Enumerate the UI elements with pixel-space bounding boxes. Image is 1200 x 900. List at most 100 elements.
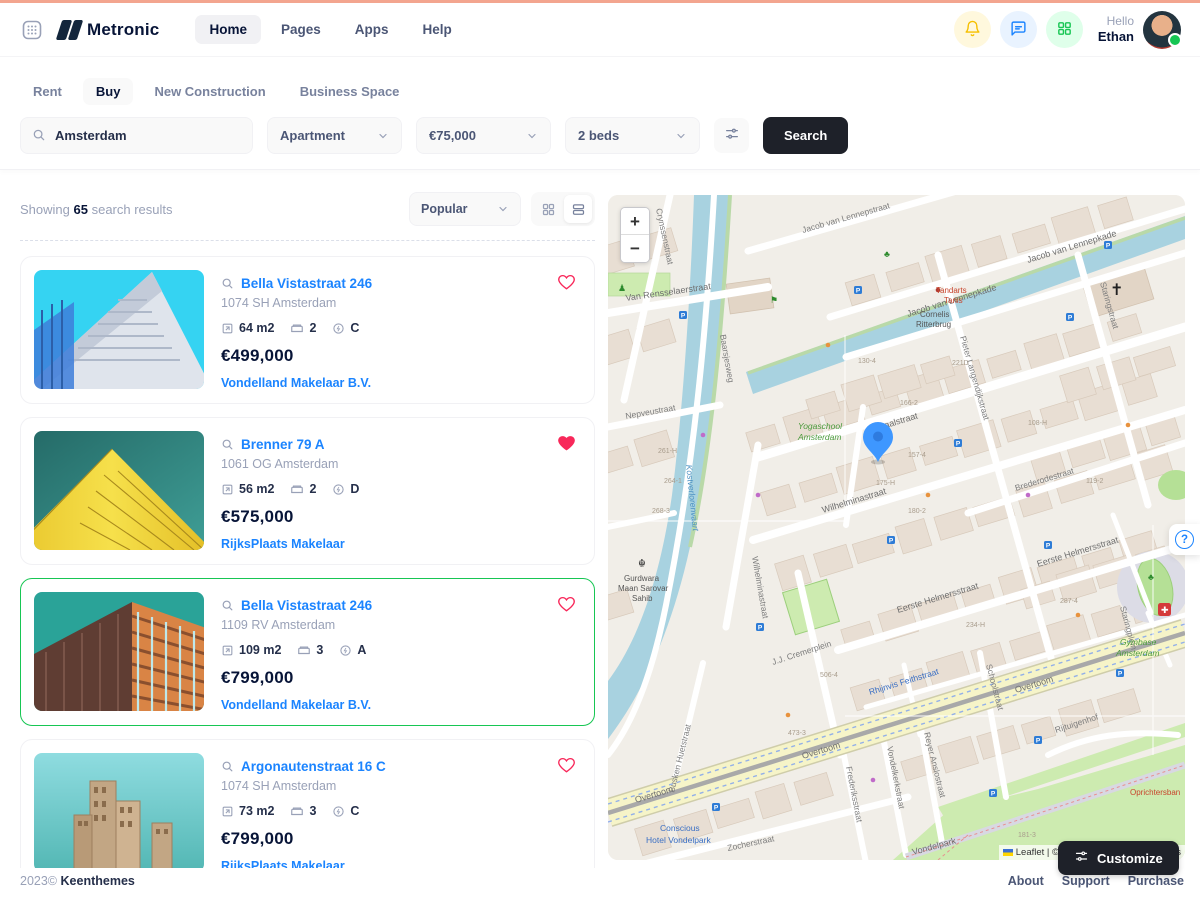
svg-text:✚: ✚ xyxy=(1161,605,1169,615)
listing-card-selected[interactable]: Bella Vistastraat 246 1109 RV Amsterdam … xyxy=(20,578,595,726)
map-zoom-control: + − xyxy=(620,207,650,263)
chat-button[interactable] xyxy=(1000,11,1037,48)
energy-spec: C xyxy=(332,804,359,818)
energy-spec: D xyxy=(332,482,359,496)
svg-text:157-4: 157-4 xyxy=(908,452,926,459)
svg-text:166-2: 166-2 xyxy=(900,400,918,407)
listing-price: €799,000 xyxy=(221,829,386,849)
nav-item-help[interactable]: Help xyxy=(409,15,466,44)
list-view-button[interactable] xyxy=(564,195,592,223)
tab-new-construction[interactable]: New Construction xyxy=(141,78,278,105)
area-icon xyxy=(221,644,234,657)
footer-link-about[interactable]: About xyxy=(1008,874,1044,888)
listing-price: €575,000 xyxy=(221,507,359,527)
svg-text:☬: ☬ xyxy=(638,558,646,570)
listing-photo xyxy=(34,753,204,872)
listing-address: 1074 SH Amsterdam xyxy=(221,779,386,793)
listing-title-link[interactable]: Argonautenstraat 16 C xyxy=(241,759,386,774)
tab-buy[interactable]: Buy xyxy=(83,78,134,105)
tab-business-space[interactable]: Business Space xyxy=(287,78,413,105)
heart-icon xyxy=(557,595,576,613)
svg-text:Oprichtersban: Oprichtersban xyxy=(1130,788,1180,797)
energy-spec: A xyxy=(339,643,366,657)
nav-item-home[interactable]: Home xyxy=(195,15,261,44)
svg-text:234-H: 234-H xyxy=(966,622,985,629)
favorite-button[interactable] xyxy=(557,273,576,291)
svg-text:181-3: 181-3 xyxy=(1018,832,1036,839)
notifications-button[interactable] xyxy=(954,11,991,48)
search-button[interactable]: Search xyxy=(763,117,848,154)
metronic-logo[interactable]: Metronic xyxy=(59,20,159,40)
search-icon xyxy=(221,760,234,773)
favorite-button[interactable] xyxy=(557,595,576,613)
listing-title-link[interactable]: Brenner 79 A xyxy=(241,437,325,452)
filter-bar: Rent Buy New Construction Business Space… xyxy=(0,58,1200,170)
area-icon xyxy=(221,483,234,496)
listing-photo xyxy=(34,592,204,711)
customize-button[interactable]: Customize xyxy=(1058,841,1179,875)
listing-title-link[interactable]: Bella Vistastraat 246 xyxy=(241,598,372,613)
copyright: 2023© Keenthemes xyxy=(20,874,135,888)
help-button[interactable]: ? xyxy=(1169,524,1200,555)
heart-icon xyxy=(557,273,576,291)
chat-icon xyxy=(1010,20,1027,40)
price-select[interactable]: €75,000 xyxy=(416,117,551,154)
bed-icon xyxy=(297,643,311,657)
svg-text:Yogaschool: Yogaschool xyxy=(798,421,843,431)
favorite-button[interactable] xyxy=(557,756,576,774)
svg-text:Maan Sarovar: Maan Sarovar xyxy=(618,584,669,593)
svg-text:Sahib: Sahib xyxy=(632,594,653,603)
listing-photo xyxy=(34,431,204,550)
listing-card[interactable]: Bella Vistastraat 246 1074 SH Amsterdam … xyxy=(20,256,595,404)
energy-spec: C xyxy=(332,321,359,335)
apps-button[interactable] xyxy=(1046,11,1083,48)
footer: 2023© Keenthemes About Support Purchase xyxy=(0,868,1200,900)
area-icon xyxy=(221,805,234,818)
main-nav: Home Pages Apps Help xyxy=(195,15,465,44)
listing-card[interactable]: Argonautenstraat 16 C 1074 SH Amsterdam … xyxy=(20,739,595,887)
sort-select[interactable]: Popular xyxy=(409,192,521,226)
energy-label-icon xyxy=(332,322,345,335)
zoom-out-button[interactable]: − xyxy=(621,235,649,262)
property-type-select[interactable]: Apartment xyxy=(267,117,402,154)
svg-text:473-3: 473-3 xyxy=(788,730,806,737)
tab-rent[interactable]: Rent xyxy=(20,78,75,105)
svg-text:Conscious: Conscious xyxy=(660,823,700,833)
footer-link-support[interactable]: Support xyxy=(1062,874,1110,888)
divider xyxy=(20,240,595,241)
sliders-icon xyxy=(724,126,740,145)
grid-view-button[interactable] xyxy=(534,195,562,223)
search-icon xyxy=(221,599,234,612)
question-icon: ? xyxy=(1175,530,1194,549)
map-canvas[interactable]: P ✝ ☬ ✚ ⚑ ♟ xyxy=(608,195,1185,860)
svg-text:175-H: 175-H xyxy=(876,480,895,487)
top-accent-line xyxy=(0,0,1200,3)
nav-item-pages[interactable]: Pages xyxy=(267,15,335,44)
avatar[interactable] xyxy=(1143,11,1181,49)
app-launcher-icon[interactable] xyxy=(19,17,45,43)
nav-item-apps[interactable]: Apps xyxy=(341,15,403,44)
svg-text:Hotel Vondelpark: Hotel Vondelpark xyxy=(646,835,711,845)
zoom-in-button[interactable]: + xyxy=(621,208,649,235)
listing-agency-link[interactable]: RijksPlaats Makelaar xyxy=(221,537,359,551)
chevron-down-icon xyxy=(675,130,687,142)
listing-agency-link[interactable]: Vondelland Makelaar B.V. xyxy=(221,376,372,390)
greeting-hello: Hello xyxy=(1098,14,1134,29)
favorite-button-active[interactable] xyxy=(557,434,576,452)
search-input[interactable] xyxy=(20,117,253,154)
energy-label-icon xyxy=(332,805,345,818)
beds-select[interactable]: 2 beds xyxy=(565,117,700,154)
map[interactable]: P ✝ ☬ ✚ ⚑ ♟ xyxy=(608,195,1185,860)
location-search xyxy=(20,117,253,154)
bed-icon xyxy=(290,321,304,335)
footer-link-purchase[interactable]: Purchase xyxy=(1128,874,1184,888)
listing-agency-link[interactable]: Vondelland Makelaar B.V. xyxy=(221,698,372,712)
listing-photo xyxy=(34,270,204,389)
search-icon xyxy=(221,277,234,290)
search-icon xyxy=(32,128,46,142)
search-icon xyxy=(221,438,234,451)
advanced-filters-button[interactable] xyxy=(714,118,749,153)
listing-card[interactable]: Brenner 79 A 1061 OG Amsterdam 56 m2 2 D… xyxy=(20,417,595,565)
view-toggle xyxy=(531,192,595,226)
listing-title-link[interactable]: Bella Vistastraat 246 xyxy=(241,276,372,291)
